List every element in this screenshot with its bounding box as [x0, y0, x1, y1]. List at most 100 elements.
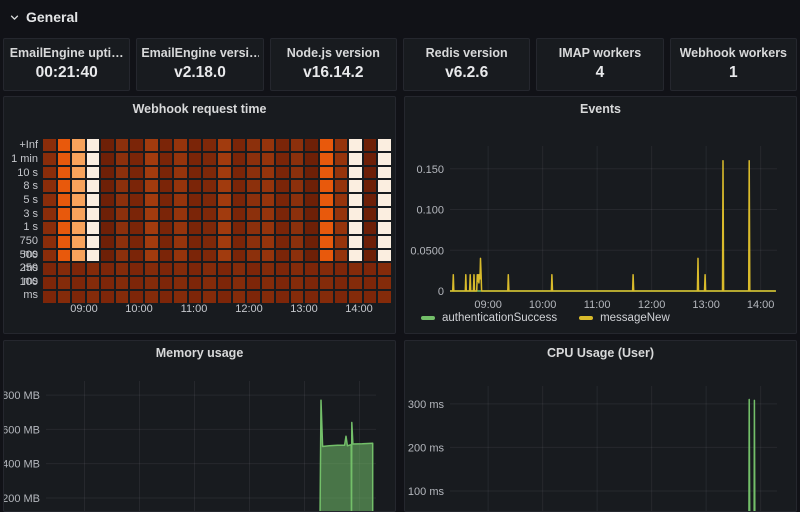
heatmap-cell: [160, 291, 173, 303]
cpu-chart: 300 ms200 ms100 ms: [405, 341, 796, 511]
heatmap-cell: [291, 167, 304, 179]
heatmap-cell: [43, 263, 56, 275]
x-tick-label: 14:00: [747, 299, 775, 311]
heatmap-cell: [160, 222, 173, 234]
x-tick-label: 11:00: [584, 299, 611, 311]
heatmap-cell: [364, 167, 377, 179]
heatmap-cell: [145, 180, 158, 192]
heatmap-cell: [349, 153, 362, 165]
heatmap-cell: [218, 180, 231, 192]
legend-item-authenticationSuccess[interactable]: authenticationSuccess: [421, 312, 557, 324]
heatmap-cell: [58, 194, 71, 206]
heatmap-cell: [116, 167, 129, 179]
heatmap-cell: [335, 263, 348, 275]
heatmap-cell: [378, 194, 391, 206]
heatmap-cell: [87, 139, 100, 151]
heatmap-cell: [87, 167, 100, 179]
heatmap-cell: [43, 236, 56, 248]
heatmap-cell: [145, 208, 158, 220]
heatmap-cell: [58, 250, 71, 262]
y-tick-label: 100 ms: [408, 486, 445, 498]
heatmap-cell: [189, 153, 202, 165]
heatmap-cell: [247, 222, 260, 234]
heatmap-cell: [291, 194, 304, 206]
stat-panel-title[interactable]: EmailEngine versi…: [141, 46, 258, 60]
heatmap-cell: [218, 153, 231, 165]
heatmap-cell: [305, 208, 318, 220]
stats-row: EmailEngine upti… 00:21:40 EmailEngine ver…: [3, 38, 797, 91]
heatmap-cell: [364, 263, 377, 275]
heatmap-cell: [335, 222, 348, 234]
heatmap-cell: [320, 277, 333, 289]
heatmap-y-label: 100 ms: [4, 276, 38, 302]
heatmap-cell: [130, 291, 143, 303]
heatmap-cell: [203, 180, 216, 192]
heatmap-cell: [305, 236, 318, 248]
heatmap-x-label: 09:00: [62, 303, 106, 315]
heatmap-cell: [203, 153, 216, 165]
heatmap-cell: [160, 277, 173, 289]
heatmap-cell: [101, 139, 114, 151]
heatmap-cell: [349, 180, 362, 192]
stat-panel-title[interactable]: EmailEngine upti…: [10, 46, 124, 60]
stat-panel-title[interactable]: Node.js version: [287, 46, 380, 60]
heatmap-cell: [335, 139, 348, 151]
heatmap-cell: [233, 139, 246, 151]
heatmap-cell: [291, 208, 304, 220]
heatmap-cell: [130, 167, 143, 179]
heatmap-cell: [262, 194, 275, 206]
heatmap-cell: [58, 277, 71, 289]
stat-panel-title[interactable]: Redis version: [426, 46, 508, 60]
heatmap-cell: [320, 222, 333, 234]
heatmap-cell: [130, 222, 143, 234]
heatmap-cell: [160, 194, 173, 206]
heatmap-cell: [145, 291, 158, 303]
panel-memory-usage: Memory usage 800 MB600 MB400 MB200 MB: [3, 340, 396, 512]
heatmap-cell: [101, 291, 114, 303]
heatmap-cell: [335, 153, 348, 165]
heatmap-cell: [101, 277, 114, 289]
heatmap-cell: [276, 139, 289, 151]
heatmap-cell: [320, 153, 333, 165]
heatmap-cell: [364, 208, 377, 220]
heatmap-cell: [262, 153, 275, 165]
heatmap-x-label: 12:00: [227, 303, 271, 315]
section-row-general[interactable]: General: [8, 6, 78, 28]
heatmap-x-label: 13:00: [282, 303, 326, 315]
x-tick-label: 12:00: [638, 299, 666, 311]
heatmap-cell: [189, 180, 202, 192]
heatmap-cell: [218, 236, 231, 248]
heatmap-cell: [145, 167, 158, 179]
events-chart: 09:0010:0011:0012:0013:0014:0000.05000.1…: [405, 97, 796, 333]
heatmap-cell: [218, 139, 231, 151]
stat-panel-title[interactable]: Webhook workers: [680, 46, 787, 60]
heatmap-cell: [189, 208, 202, 220]
heatmap-cell: [349, 236, 362, 248]
heatmap-cell: [218, 194, 231, 206]
heatmap-cell: [320, 263, 333, 275]
legend-label: authenticationSuccess: [442, 312, 557, 324]
heatmap-cell: [364, 153, 377, 165]
chevron-down-icon: [8, 11, 21, 24]
stat-panel: Webhook workers1: [670, 38, 797, 91]
heatmap-cell: [276, 291, 289, 303]
heatmap-cell: [335, 208, 348, 220]
heatmap-cell: [43, 291, 56, 303]
heatmap-cell: [378, 236, 391, 248]
heatmap-cell: [262, 236, 275, 248]
stat-value: 00:21:40: [36, 64, 98, 82]
heatmap-cell: [130, 236, 143, 248]
heatmap-cell: [335, 277, 348, 289]
heatmap-cell: [378, 291, 391, 303]
legend-item-messageNew[interactable]: messageNew: [579, 312, 670, 324]
stat-panel: Node.js versionv16.14.2: [270, 38, 397, 91]
heatmap-cell: [72, 139, 85, 151]
heatmap-cell: [116, 194, 129, 206]
heatmap-cell: [378, 263, 391, 275]
heatmap-cell: [58, 222, 71, 234]
heatmap-cell: [291, 291, 304, 303]
heatmap-cell: [378, 222, 391, 234]
y-tick-label: 800 MB: [4, 390, 40, 402]
stat-panel-title[interactable]: IMAP workers: [559, 46, 641, 60]
heatmap-cell: [378, 277, 391, 289]
